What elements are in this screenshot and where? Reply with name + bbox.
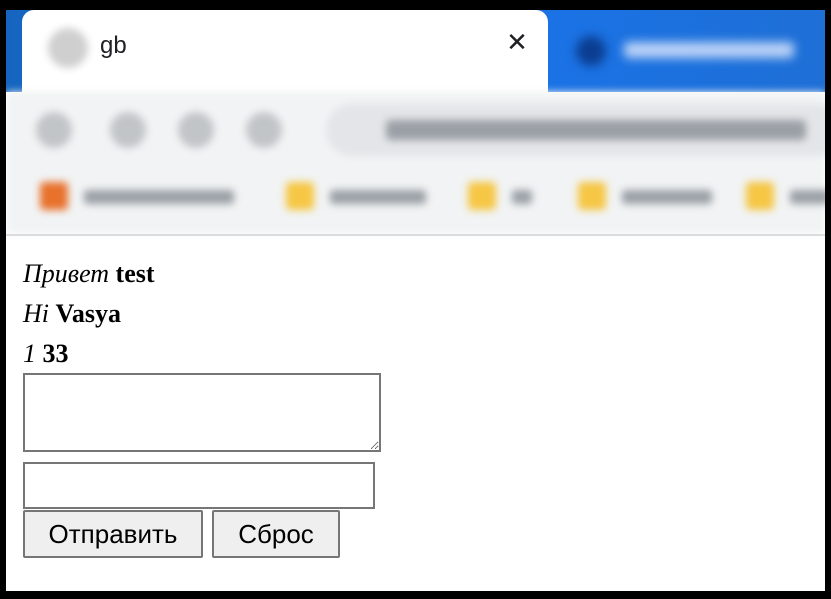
- text-input[interactable]: [23, 462, 375, 509]
- bookmark-label: [622, 190, 712, 204]
- forward-icon[interactable]: [110, 112, 146, 148]
- tab-title: gb: [100, 32, 127, 59]
- greeting-line: Привет test: [23, 254, 155, 294]
- close-icon[interactable]: ✕: [500, 26, 534, 60]
- bookmark-label: [84, 190, 234, 204]
- back-icon[interactable]: [36, 112, 72, 148]
- tab-strip: gb ✕: [6, 10, 825, 92]
- tab-active[interactable]: gb ✕: [22, 10, 548, 92]
- message-textarea[interactable]: [23, 373, 381, 452]
- address-bar-url: [386, 120, 806, 140]
- folder-icon: [746, 182, 774, 210]
- reset-button[interactable]: Сброс: [212, 510, 340, 558]
- number-line: 1 33: [23, 334, 155, 374]
- bookmark-label: [790, 190, 825, 204]
- browser-toolbar: [6, 92, 825, 234]
- apps-icon: [40, 182, 68, 210]
- browser-window: gb ✕ Привет test Hi Vasya 1 33 Отправить…: [6, 10, 825, 591]
- toolbar-divider: [6, 234, 825, 236]
- page-content: Привет test Hi Vasya 1 33: [23, 254, 155, 374]
- bookmark-label: [330, 190, 426, 204]
- github-icon: [576, 36, 606, 66]
- favicon-icon: [48, 28, 88, 68]
- hi-label: Hi: [23, 299, 49, 328]
- bookmark-label: [512, 190, 532, 204]
- folder-icon: [286, 182, 314, 210]
- address-bar[interactable]: [326, 104, 825, 156]
- greeting-value: test: [115, 259, 155, 288]
- number-label: 1: [23, 339, 36, 368]
- tab-inactive[interactable]: [562, 28, 822, 72]
- tab-inactive-title: [624, 42, 794, 58]
- home-icon[interactable]: [246, 112, 282, 148]
- hi-value: Vasya: [55, 299, 122, 328]
- hi-line: Hi Vasya: [23, 294, 155, 334]
- number-value: 33: [42, 339, 69, 368]
- folder-icon: [578, 182, 606, 210]
- folder-icon: [468, 182, 496, 210]
- greeting-label: Привет: [23, 259, 110, 288]
- reload-icon[interactable]: [178, 112, 214, 148]
- submit-button[interactable]: Отправить: [23, 510, 203, 558]
